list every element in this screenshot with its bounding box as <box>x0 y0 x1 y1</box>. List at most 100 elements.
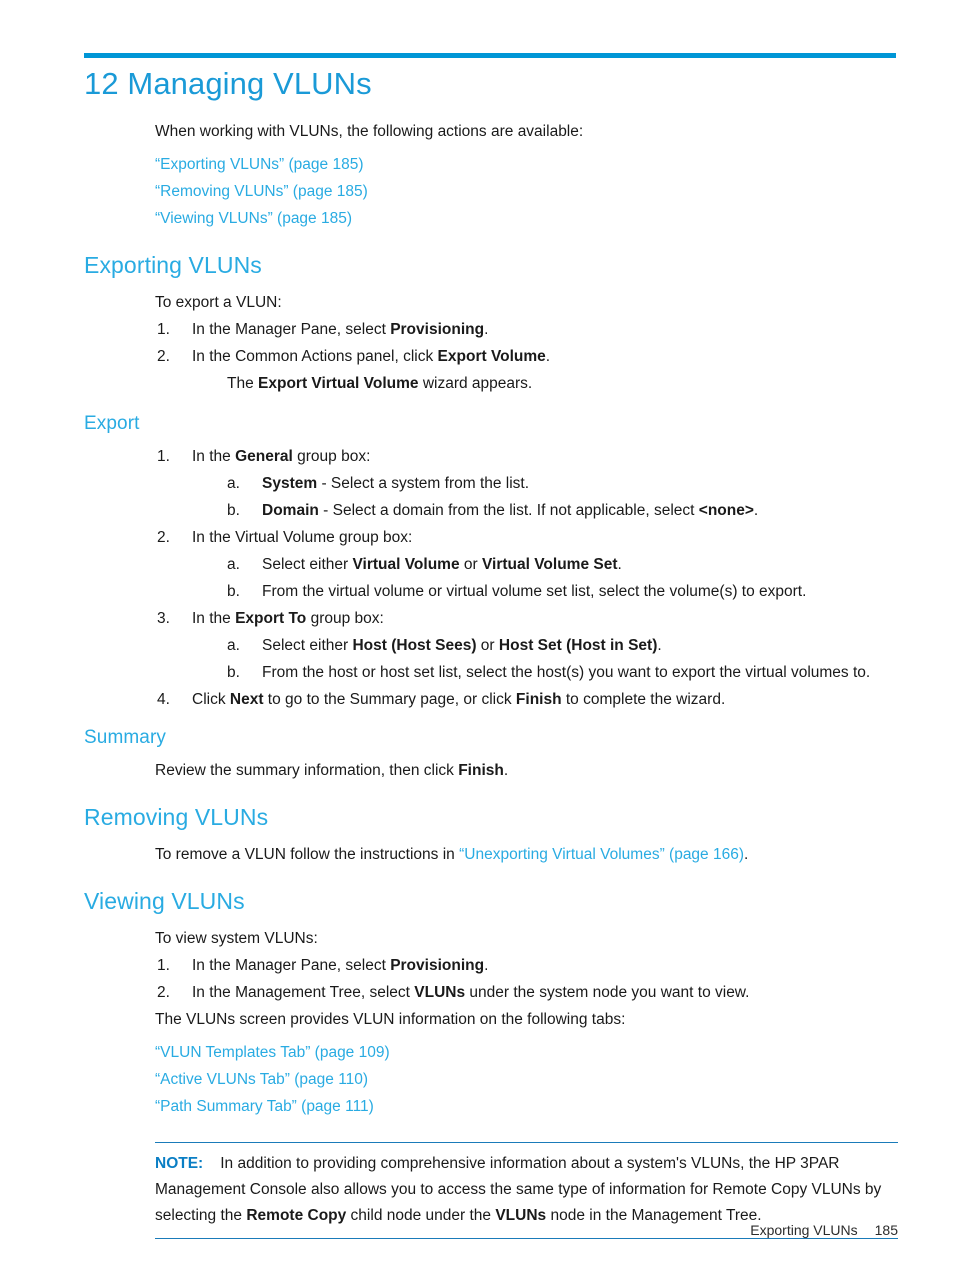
continuation-post: wizard appears. <box>418 375 533 392</box>
list-item: b. From the virtual volume or virtual vo… <box>227 578 898 605</box>
page-title: 12 Managing VLUNs <box>84 66 372 101</box>
substep-text: From the host or host set list, select t… <box>262 664 871 681</box>
step-text-post: . <box>484 957 489 974</box>
substep-bold-term: Virtual Volume <box>352 556 460 573</box>
substep-marker: a. <box>227 556 240 573</box>
step-bold-term-2: Finish <box>515 691 562 708</box>
substep-bold-term-2: Host Set (Host in Set) <box>498 637 658 654</box>
step-text-pre: In the Management Tree, select <box>192 984 415 1001</box>
section-heading-exporting-vluns: Exporting VLUNs <box>84 252 262 278</box>
substep-bold-term: System <box>262 475 318 492</box>
summary-text-pre: Review the summary information, then cli… <box>155 762 459 779</box>
step-text-pre: In the Manager Pane, select <box>192 957 391 974</box>
step-text-post: under the system node you want to view. <box>465 984 750 1001</box>
step-marker: 1. <box>157 957 170 974</box>
step-marker: 2. <box>157 529 170 546</box>
substep-marker: a. <box>227 475 240 492</box>
step-text-pre: Click <box>192 691 230 708</box>
list-item: a. Select either Virtual Volume or Virtu… <box>227 551 898 578</box>
exporting-lead-text: To export a VLUN: <box>155 294 282 311</box>
step-text-pre: In the Manager Pane, select <box>192 321 391 338</box>
exporting-steps-list: 1. In the Manager Pane, select Provision… <box>0 316 954 397</box>
substep-text-mid: - Select a domain from the list. If not … <box>318 502 699 519</box>
list-item: 2. In the Virtual Volume group box: a. S… <box>157 524 898 605</box>
step-text-post: . <box>545 348 551 365</box>
summary-text: Review the summary information, then cli… <box>155 757 898 784</box>
list-item: 1. In the Manager Pane, select Provision… <box>157 316 898 343</box>
step-bold-term: VLUNs <box>414 984 466 1001</box>
step-text-post: group box: <box>306 610 384 627</box>
chapter-top-rule <box>84 53 896 58</box>
step-text-mid: to go to the Summary page, or click <box>263 691 516 708</box>
list-item: a. System - Select a system from the lis… <box>227 470 898 497</box>
xref-viewing-vluns[interactable]: “Viewing VLUNs” (page 185) <box>155 205 898 232</box>
substep-bold-term-2: Virtual Volume Set <box>481 556 618 573</box>
step-bold-term: Provisioning <box>390 321 485 338</box>
list-item: 1. In the Manager Pane, select Provision… <box>157 952 898 979</box>
substep-text-post: . <box>657 637 662 654</box>
step-text-post: . <box>484 321 489 338</box>
substep-bold-term: Host (Host Sees) <box>352 637 477 654</box>
list-item: a. Select either Host (Host Sees) or Hos… <box>227 632 898 659</box>
footer-page-number: 185 <box>874 1222 898 1238</box>
subsection-heading-summary: Summary <box>84 727 166 748</box>
viewing-lead-text: To view system VLUNs: <box>155 930 318 947</box>
step-text: In the Virtual Volume group box: <box>192 529 413 546</box>
substep-text-pre: Select either <box>262 556 353 573</box>
xref-active-vluns-tab[interactable]: “Active VLUNs Tab” (page 110) <box>155 1066 898 1093</box>
substep-text-post: . <box>617 556 622 573</box>
xref-exporting-vluns[interactable]: “Exporting VLUNs” (page 185) <box>155 151 898 178</box>
xref-unexporting-virtual-volumes[interactable]: “Unexporting Virtual Volumes” (page 166) <box>459 846 744 863</box>
step-text-pre: In the Common Actions panel, click <box>192 348 438 365</box>
step-text-post: group box: <box>292 448 371 465</box>
substep-text-pre: Select either <box>262 637 353 654</box>
removing-text-pre: To remove a VLUN follow the instructions… <box>155 846 460 863</box>
step-marker: 2. <box>157 348 170 365</box>
substep-text: - Select a system from the list. <box>317 475 530 492</box>
document-page: 12 Managing VLUNs When working with VLUN… <box>0 0 954 1271</box>
export-step1-substeps: a. System - Select a system from the lis… <box>192 470 898 524</box>
note-label: NOTE: <box>155 1155 204 1172</box>
list-item: b. Domain - Select a domain from the lis… <box>227 497 898 524</box>
step-bold-term: Provisioning <box>390 957 485 974</box>
note-body: NOTE: In addition to providing comprehens… <box>155 1151 898 1229</box>
section-heading-removing-vluns: Removing VLUNs <box>84 804 269 830</box>
export-step2-substeps: a. Select either Virtual Volume or Virtu… <box>192 551 898 605</box>
list-item: b. From the host or host set list, selec… <box>227 659 898 686</box>
removing-text-post: . <box>744 846 749 863</box>
step-text-pre: In the <box>192 610 236 627</box>
export-steps-list: 1. In the General group box: a. System -… <box>0 443 954 713</box>
substep-text: From the virtual volume or virtual volum… <box>262 583 807 600</box>
step-bold-term: Export To <box>235 610 307 627</box>
footer-running-head: Exporting VLUNs <box>750 1222 858 1238</box>
xref-path-summary-tab[interactable]: “Path Summary Tab” (page 111) <box>155 1093 898 1120</box>
step-bold-term: Export Volume <box>437 348 546 365</box>
viewing-tabs-lead-text: The VLUNs screen provides VLUN informati… <box>155 1011 626 1028</box>
step-marker: 1. <box>157 448 170 465</box>
list-item: 1. In the General group box: a. System -… <box>157 443 898 524</box>
list-item: 2. In the Common Actions panel, click Ex… <box>157 343 898 397</box>
substep-text-mid: or <box>459 556 482 573</box>
export-step3-substeps: a. Select either Host (Host Sees) or Hos… <box>192 632 898 686</box>
step-continuation-text: The Export Virtual Volume wizard appears… <box>227 370 898 397</box>
step-marker: 2. <box>157 984 170 1001</box>
xref-removing-vluns[interactable]: “Removing VLUNs” (page 185) <box>155 178 898 205</box>
page-content: When working with VLUNs, the following a… <box>0 118 954 1239</box>
step-marker: 3. <box>157 610 170 627</box>
substep-text-post: . <box>753 502 759 519</box>
subsection-heading-export: Export <box>84 413 140 434</box>
step-marker: 4. <box>157 691 170 708</box>
step-text-post: to complete the wizard. <box>561 691 726 708</box>
step-bold-term: General <box>235 448 293 465</box>
xref-vlun-templates-tab[interactable]: “VLUN Templates Tab” (page 109) <box>155 1039 898 1066</box>
removing-text: To remove a VLUN follow the instructions… <box>155 841 898 868</box>
substep-marker: b. <box>227 664 240 681</box>
page-footer: Exporting VLUNs 185 <box>0 1222 898 1238</box>
chapter-intro-text: When working with VLUNs, the following a… <box>155 123 584 140</box>
substep-text-mid: or <box>476 637 499 654</box>
step-text-pre: In the <box>192 448 236 465</box>
substep-bold-term-2: <none> <box>698 502 754 519</box>
step-marker: 1. <box>157 321 170 338</box>
list-item: 4. Click Next to go to the Summary page,… <box>157 686 898 713</box>
section-heading-viewing-vluns: Viewing VLUNs <box>84 888 245 914</box>
